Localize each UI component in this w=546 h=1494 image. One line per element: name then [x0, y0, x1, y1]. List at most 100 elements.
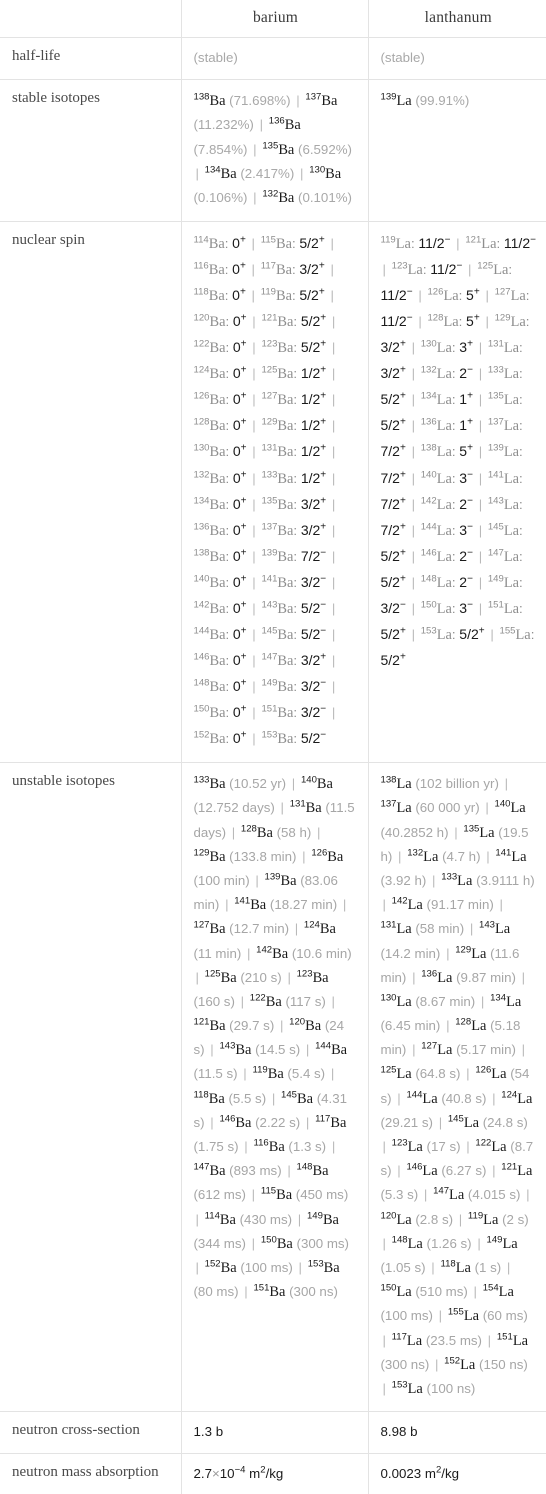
spin-parity: + [240, 494, 247, 506]
element-symbol: Ba [278, 141, 295, 158]
half-life-barium-value: (stable) [193, 50, 238, 65]
element-symbol: La [437, 969, 453, 986]
spin-value: 0+ [232, 260, 246, 278]
isotope-label: 133La [488, 366, 519, 383]
element-symbol: Ba [209, 652, 226, 669]
isotope-label: 141La [495, 848, 526, 865]
separator-pipe: | [526, 1187, 530, 1203]
colon: : [451, 366, 456, 382]
stable-isotope-entry: 138Ba (71.698%) [193, 91, 291, 109]
row-label-neutron-cross-section: neutron cross-section [0, 1411, 182, 1454]
isotope-label: 116Ba [194, 261, 225, 278]
half-life-value: (2.8 s) [415, 1211, 454, 1227]
element-symbol: La [396, 800, 412, 817]
isotope-label: 145La [488, 522, 519, 539]
mass-number: 134 [490, 992, 507, 1004]
mass-number: 147 [487, 547, 504, 559]
half-life-value: (10.6 min) [291, 945, 352, 961]
colon: : [225, 444, 230, 460]
mass-number: 143 [487, 495, 504, 507]
mass-number: 146 [406, 1161, 423, 1173]
spin-parity: + [467, 442, 473, 454]
colon: : [293, 652, 298, 668]
separator-pipe: | [331, 1139, 336, 1155]
element-symbol: La [436, 600, 452, 617]
element-symbol: Ba [209, 470, 226, 487]
element-symbol: La [422, 1090, 438, 1107]
spin-parity: + [240, 338, 247, 350]
unstable-isotope-entry: 118Ba (5.5 s) [194, 1090, 267, 1107]
spin-value: 5/2+ [380, 651, 406, 668]
nuclear-spin-entry: 120Ba: 0+ [194, 313, 247, 330]
neutron-cross-section-barium: 1.3 b [180, 1411, 369, 1454]
spin-value: 5+ [466, 286, 480, 304]
element-symbol: Ba [269, 1284, 286, 1301]
mass-number: 152 [444, 1355, 461, 1367]
element-symbol: La [443, 288, 459, 305]
spin-value: 3/2+ [380, 364, 406, 382]
colon: : [225, 600, 230, 616]
half-life-value: (64.8 s) [415, 1066, 461, 1082]
nuclear-spin-entry: 134La: 1+ [421, 391, 473, 408]
spin-parity: + [239, 234, 246, 246]
spin-value: 5+ [466, 312, 480, 330]
separator-pipe: | [478, 366, 483, 382]
separator-pipe: | [398, 848, 402, 864]
colon: : [225, 340, 230, 356]
isotope-label: 146Ba [194, 652, 226, 669]
separator-pipe: | [469, 921, 474, 937]
element-symbol: La [498, 1284, 514, 1301]
isotope-label: 135Ba [261, 496, 293, 513]
element-symbol: La [517, 1090, 533, 1107]
mass-number: 138 [193, 547, 210, 559]
isotope-label: 139La [488, 444, 519, 461]
separator-pipe: | [478, 548, 483, 564]
isotope-properties-table: barium lanthanum half-life (stable) (sta… [0, 0, 546, 1494]
separator-pipe: | [382, 1380, 386, 1396]
isotope-label: 129La [455, 945, 486, 962]
spin-parity: + [399, 416, 406, 428]
nuclear-spin-entry: 136La: 1+ [421, 417, 473, 434]
unstable-isotope-entry: 152Ba (100 ms) [205, 1259, 293, 1276]
colon: : [519, 444, 523, 460]
half-life-value: (210 s) [240, 969, 282, 985]
element-symbol: La [512, 1332, 528, 1349]
spin-parity: + [240, 729, 247, 741]
nuclear-spin-entry: 133Ba: 1/2+ [261, 469, 326, 486]
mass-number: 140 [300, 774, 317, 786]
isotope-label: 118La [440, 1259, 470, 1276]
colon: : [291, 235, 296, 251]
spin-parity: − [320, 703, 327, 715]
separator-pipe: | [446, 945, 450, 961]
nuclear-spin-entry: 131Ba: 1/2+ [261, 443, 326, 460]
isotope-label: 134La [490, 992, 521, 1010]
isotope-label: 132Ba [262, 189, 294, 207]
mass-number: 153 [261, 729, 278, 741]
element-symbol: La [436, 522, 452, 539]
separator-pipe: | [252, 679, 256, 695]
mass-number: 138 [193, 91, 210, 103]
mass-number: 135 [463, 823, 480, 835]
isotope-label: 131La [381, 921, 412, 938]
neutron-mass-absorption-lanthanum: 0.0023 m2/kg [367, 1452, 546, 1494]
unstable-isotopes-lanthanum: 138La (102 billion yr) | 137La (60 000 y… [367, 762, 546, 1413]
abundance-percent: (0.101%) [298, 190, 352, 206]
spin-parity: + [240, 625, 247, 637]
colon: : [530, 626, 535, 642]
mass-number: 152 [193, 729, 210, 741]
spin-parity: − [320, 729, 327, 741]
spin-value: 5/2+ [299, 286, 325, 304]
mass-number: 140 [494, 798, 511, 810]
isotope-label: 126Ba [194, 392, 226, 409]
row-nuclear-spin: nuclear spin 114Ba: 0+ | 115Ba: 5/2+ | 1… [0, 220, 546, 764]
isotope-label: 128La [455, 1017, 486, 1034]
separator-pipe: | [271, 1090, 276, 1106]
unstable-isotope-entry: 153La (100 ns) [392, 1380, 476, 1397]
nuclear-spin-entry: 121La: 11/2− [465, 235, 536, 252]
spin-value: 2− [459, 547, 473, 564]
colon: : [225, 574, 230, 590]
isotope-label: 123Ba [261, 339, 293, 356]
element-symbol: La [436, 496, 452, 513]
spin-parity: + [399, 520, 406, 532]
mass-number: 132 [262, 189, 279, 201]
